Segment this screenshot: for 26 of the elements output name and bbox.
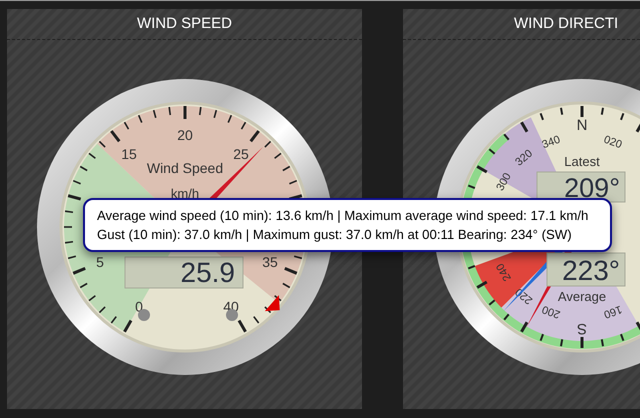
scale-label: S xyxy=(577,320,587,337)
scale-label: 240 xyxy=(494,261,514,283)
scale-label: 15 xyxy=(120,146,136,162)
scale-label: 020 xyxy=(602,134,624,152)
panel-title: WIND SPEED xyxy=(136,14,232,34)
scale-label: 20 xyxy=(176,127,192,143)
scale-label: 35 xyxy=(262,254,278,270)
average-value: 223° xyxy=(562,255,620,286)
panel-title: WIND DIRECTI xyxy=(514,14,618,34)
scale-label: 340 xyxy=(540,134,562,152)
max-marker-icon xyxy=(264,295,280,312)
average-label: Average xyxy=(558,289,606,304)
scale-label: 0 xyxy=(134,298,142,315)
gauge-caption: Wind Speed xyxy=(146,160,223,176)
scale-label: 160 xyxy=(602,302,624,320)
scale-label: 25 xyxy=(232,146,248,162)
scale-label: 320 xyxy=(513,148,536,169)
screw-icon xyxy=(226,309,238,321)
latest-value: 209° xyxy=(564,173,620,203)
scale-label: 5 xyxy=(96,254,104,270)
gauge-unit: km/h xyxy=(170,186,199,201)
scale-label: 200 xyxy=(540,302,562,320)
scale-label: 300 xyxy=(494,171,514,193)
latest-label: Latest xyxy=(564,154,600,169)
reading-value: 25.9 xyxy=(180,257,234,288)
scale-label: N xyxy=(576,117,588,134)
